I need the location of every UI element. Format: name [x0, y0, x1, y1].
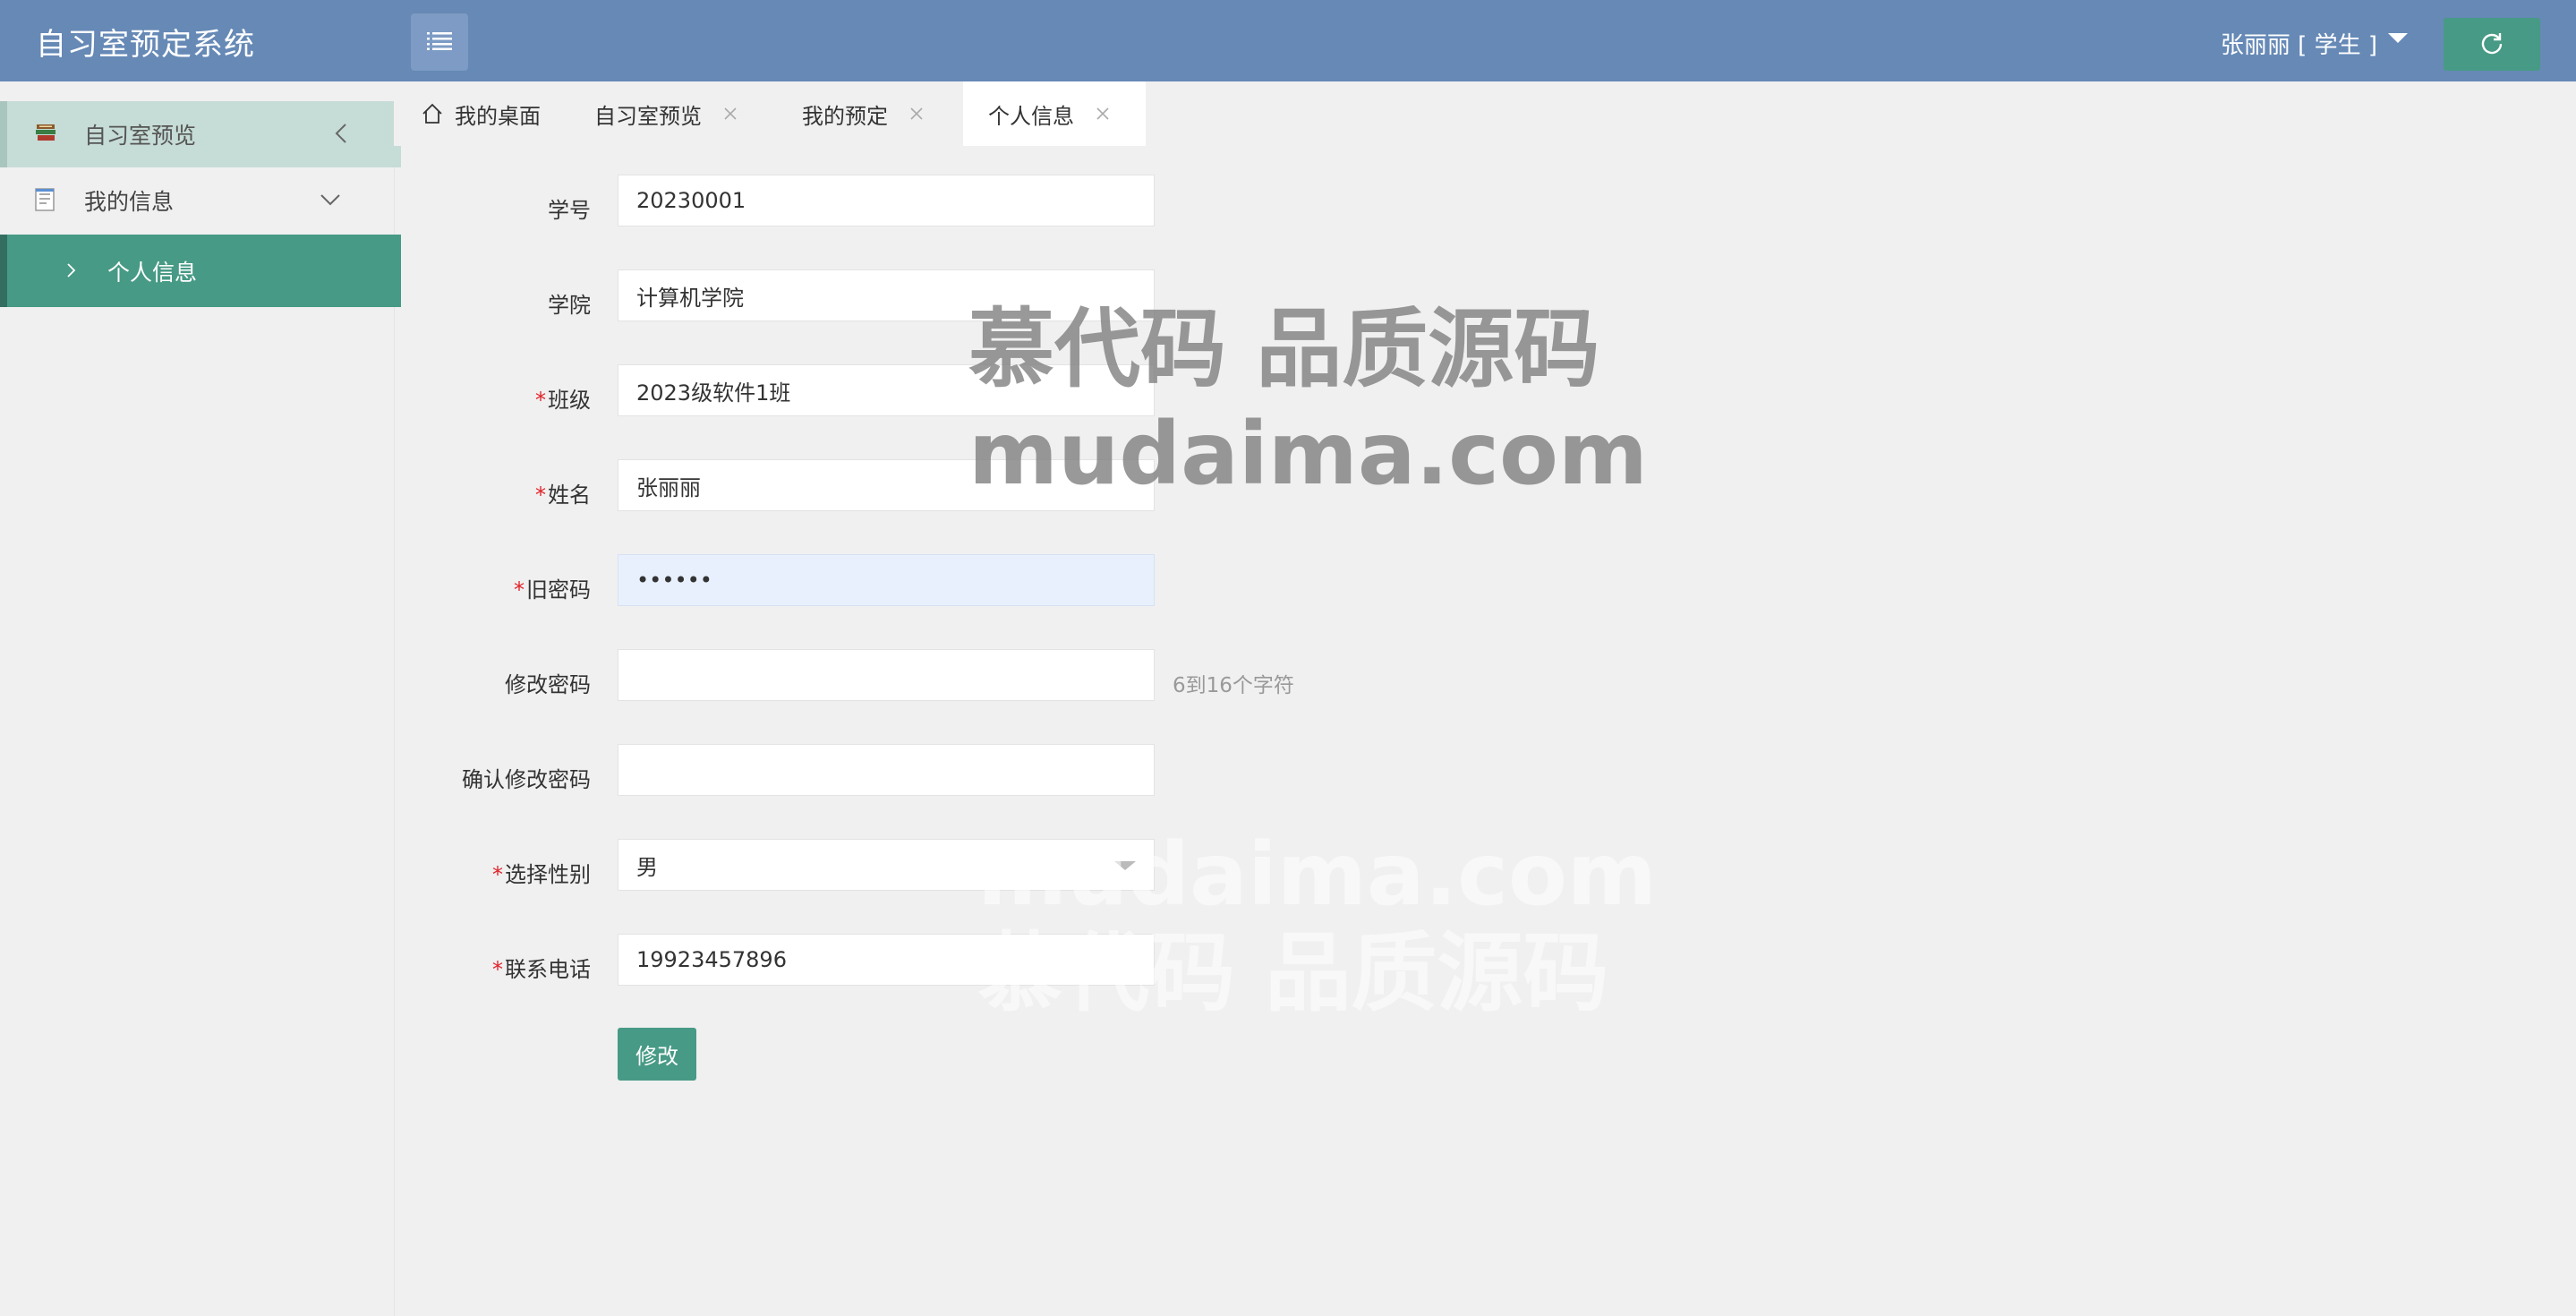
confirm-password-label: 确认修改密码	[462, 767, 591, 792]
chevron-right-icon	[64, 260, 77, 286]
new-password-label: 修改密码	[505, 672, 591, 697]
caret-down-icon	[1114, 861, 1136, 870]
phone-label: *联系电话	[492, 957, 591, 982]
sidebar-item-my-info[interactable]: 我的信息	[0, 167, 394, 234]
chevron-left-icon	[333, 121, 349, 151]
sidebar-item-label: 我的信息	[84, 189, 175, 215]
required-mark: *	[492, 862, 503, 887]
gender-label: *选择性别	[492, 862, 591, 887]
old-password-field[interactable]	[618, 554, 1155, 606]
name-field[interactable]	[618, 459, 1155, 511]
sidebar-item-personal-info[interactable]: 个人信息	[0, 235, 401, 307]
tab-label: 自习室预览	[594, 103, 702, 129]
close-icon[interactable]	[1096, 107, 1110, 121]
class-field[interactable]	[618, 364, 1155, 416]
close-icon[interactable]	[909, 107, 924, 121]
required-mark: *	[492, 957, 503, 982]
name-label: *姓名	[535, 483, 591, 508]
top-header: 自习室预定系统 张丽丽 [ 学生 ]	[0, 0, 2576, 81]
sidebar-item-room-preview[interactable]: 自习室预览	[0, 101, 401, 167]
tab-label: 我的桌面	[455, 103, 541, 129]
refresh-button[interactable]	[2444, 18, 2540, 71]
gender-selected-value: 男	[636, 854, 658, 880]
sidebar: 自习室预览 我的信息 个人信息	[0, 81, 401, 1316]
document-icon	[34, 187, 55, 218]
tab-my-booking[interactable]: 我的预定	[802, 81, 924, 146]
college-label: 学院	[548, 293, 591, 318]
student-id-field[interactable]	[618, 175, 1155, 226]
tab-my-desktop[interactable]: 我的桌面	[421, 81, 541, 146]
user-menu[interactable]: 张丽丽 [ 学生 ]	[2221, 27, 2408, 60]
new-password-field[interactable]	[618, 649, 1155, 701]
list-icon	[427, 30, 452, 54]
tab-bar: 我的桌面 自习室预览 我的预定 个人信息	[394, 81, 2576, 146]
menu-toggle-button[interactable]	[411, 13, 468, 71]
submit-button[interactable]: 修改	[618, 1028, 696, 1081]
required-mark: *	[535, 388, 546, 413]
required-mark: *	[535, 483, 546, 508]
gender-select[interactable]: 男	[618, 839, 1155, 891]
required-mark: *	[514, 577, 525, 602]
class-label: *班级	[535, 388, 591, 413]
college-field[interactable]	[618, 269, 1155, 321]
close-icon[interactable]	[723, 107, 738, 121]
tab-personal-info[interactable]: 个人信息	[963, 81, 1146, 146]
tab-label: 个人信息	[988, 103, 1074, 129]
home-icon	[422, 103, 442, 124]
app-title: 自习室预定系统	[36, 27, 255, 63]
caret-down-icon	[2388, 33, 2408, 43]
books-icon	[34, 121, 57, 150]
tab-label: 我的预定	[802, 103, 888, 129]
tab-room-preview[interactable]: 自习室预览	[594, 81, 738, 146]
sidebar-item-label: 个人信息	[107, 259, 198, 286]
sidebar-item-label: 自习室预览	[84, 123, 197, 149]
student-id-label: 学号	[548, 198, 591, 223]
old-password-label: *旧密码	[514, 577, 591, 602]
confirm-password-field[interactable]	[618, 744, 1155, 796]
phone-field[interactable]	[618, 934, 1155, 986]
refresh-icon	[2480, 31, 2503, 58]
password-hint: 6到16个字符	[1173, 674, 1294, 697]
chevron-down-icon	[319, 187, 342, 213]
user-name: 张丽丽 [ 学生 ]	[2220, 32, 2377, 59]
